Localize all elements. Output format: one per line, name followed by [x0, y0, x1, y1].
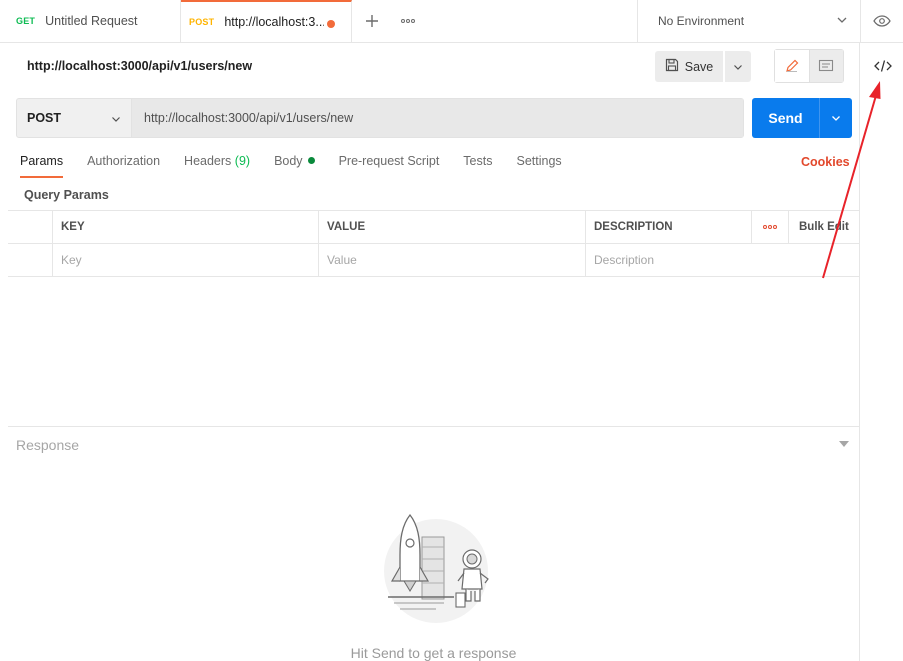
- key-input[interactable]: Key: [53, 244, 319, 276]
- bulk-edit-link[interactable]: Bulk Edit: [789, 211, 859, 243]
- rocket-astronaut-illustration: [384, 513, 489, 623]
- send-button-group: Send: [752, 98, 852, 138]
- save-button[interactable]: Save: [655, 51, 723, 82]
- column-header-description: DESCRIPTION: [586, 211, 752, 243]
- headers-count: (9): [234, 154, 251, 168]
- documentation-mode-icon[interactable]: [809, 50, 843, 82]
- send-button[interactable]: Send: [752, 98, 819, 138]
- save-floppy-icon: [665, 58, 679, 75]
- tab-params[interactable]: Params: [20, 154, 64, 180]
- tab-method: GET: [16, 16, 36, 26]
- row-checkbox-cell: [8, 244, 53, 276]
- save-options-dropdown[interactable]: [725, 51, 751, 82]
- tab-post-request[interactable]: POST http://localhost:3...: [181, 0, 352, 42]
- url-bar: POST: [16, 98, 744, 138]
- new-tab-plus-icon[interactable]: [362, 11, 382, 31]
- column-header-key: KEY: [53, 211, 319, 243]
- tab-bar: GET Untitled Request POST http://localho…: [0, 0, 903, 43]
- http-method-select[interactable]: POST: [17, 99, 132, 137]
- response-pane: Response Hit Send to get a response: [8, 426, 859, 661]
- chevron-down-icon: [836, 14, 848, 29]
- response-title: Response: [16, 437, 80, 453]
- code-snippet-icon[interactable]: [872, 55, 894, 77]
- query-params-table: KEY VALUE DESCRIPTION Bulk Edit Key Valu…: [8, 210, 859, 277]
- tab-settings[interactable]: Settings: [516, 154, 561, 180]
- response-collapse-caret-icon[interactable]: [839, 441, 849, 447]
- send-options-dropdown[interactable]: [819, 98, 852, 138]
- tab-title: Untitled Request: [45, 14, 138, 28]
- table-row: Key Value Description: [8, 244, 859, 277]
- tab-pre-request-script[interactable]: Pre-request Script: [339, 154, 440, 180]
- tab-body[interactable]: Body: [274, 154, 315, 180]
- right-sidebar: [859, 43, 903, 661]
- body-indicator-dot-icon: [307, 157, 315, 164]
- request-name[interactable]: http://localhost:3000/api/v1/users/new: [27, 59, 252, 73]
- column-options-more-icon[interactable]: [752, 211, 789, 243]
- tab-method: POST: [189, 17, 215, 27]
- chevron-down-icon: [111, 113, 121, 127]
- query-params-title: Query Params: [24, 188, 109, 202]
- tab-headers[interactable]: Headers (9): [184, 154, 250, 180]
- tab-untitled-request[interactable]: GET Untitled Request: [0, 0, 181, 42]
- edit-mode-pencil-icon[interactable]: [775, 50, 810, 82]
- body-label: Body: [274, 154, 303, 168]
- tab-options-more-icon[interactable]: [398, 13, 418, 29]
- checkbox-column-header: [8, 211, 53, 243]
- environment-quick-look-eye-icon[interactable]: [860, 0, 903, 42]
- table-header-row: KEY VALUE DESCRIPTION Bulk Edit: [8, 211, 859, 244]
- cookies-link[interactable]: Cookies: [801, 155, 850, 169]
- column-header-value: VALUE: [319, 211, 586, 243]
- value-input[interactable]: Value: [319, 244, 586, 276]
- chevron-down-icon: [734, 64, 742, 70]
- tab-authorization[interactable]: Authorization: [87, 154, 160, 180]
- unsaved-dot-icon: [327, 20, 335, 28]
- empty-response-message: Hit Send to get a response: [350, 645, 517, 661]
- save-label: Save: [684, 59, 714, 74]
- http-method-value: POST: [27, 111, 62, 125]
- request-tabs: Params Authorization Headers (9) Body Pr…: [20, 154, 586, 180]
- view-mode-toggle: [774, 49, 844, 83]
- environment-selector[interactable]: No Environment: [637, 0, 860, 42]
- chevron-down-icon: [832, 116, 840, 121]
- description-input[interactable]: Description: [586, 244, 859, 276]
- save-button-group: Save: [655, 51, 751, 82]
- environment-label: No Environment: [658, 14, 745, 28]
- url-input[interactable]: [132, 99, 743, 137]
- tab-title: http://localhost:3...: [224, 15, 325, 29]
- headers-label: Headers: [184, 154, 232, 168]
- tab-tests[interactable]: Tests: [463, 154, 492, 180]
